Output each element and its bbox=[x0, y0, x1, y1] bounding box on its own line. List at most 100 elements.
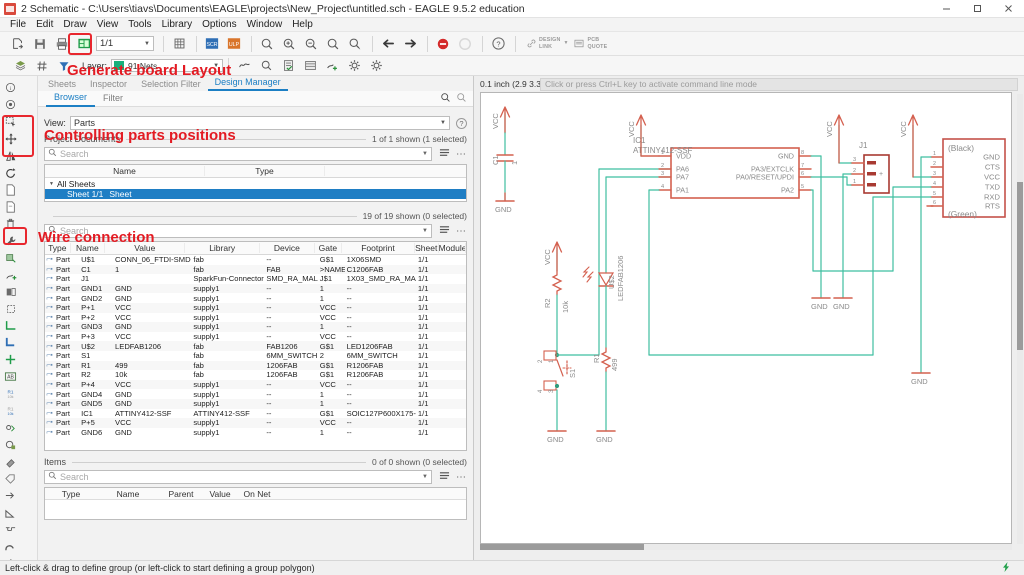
command-line-input[interactable]: Click or press Ctrl+L key to activate co… bbox=[540, 77, 1018, 91]
canvas-horizontal-scrollbar[interactable] bbox=[480, 544, 1012, 550]
pcb-quote-button[interactable]: PCB QUOTE bbox=[574, 37, 607, 50]
board-sync-icon[interactable] bbox=[300, 56, 320, 76]
view-help-icon[interactable]: ? bbox=[456, 117, 467, 129]
items-more-icon[interactable]: ⋯ bbox=[456, 472, 467, 483]
table-row[interactable]: ⌐▪ Part U$2 LEDFAB1206 fab FAB1206 G$1 LED1206F… bbox=[45, 341, 466, 351]
table-row[interactable]: ⌐▪ Part P+1 VCC supply1 -- VCC -- 1/1 bbox=[45, 302, 466, 313]
printer-icon[interactable] bbox=[52, 34, 72, 54]
bus-icon[interactable] bbox=[2, 334, 19, 351]
view-combo[interactable]: Parts ▼ bbox=[70, 116, 450, 130]
scrollbar-thumb[interactable] bbox=[480, 544, 644, 550]
menu-tools[interactable]: Tools bbox=[123, 18, 156, 32]
table-row[interactable]: ⌐▪ Part IC1 ATTINY412-SSF ATTINY412-SSF -- G$1… bbox=[45, 409, 466, 419]
table-row[interactable]: ⌐▪ Part P+5 VCC supply1 -- VCC -- 1/1 bbox=[45, 418, 466, 428]
attribute-plus-icon[interactable] bbox=[322, 56, 342, 76]
table-row[interactable]: ⌐▪ Part GND5 GND supply1 -- 1 -- 1/1 bbox=[45, 398, 466, 409]
gear-advanced-icon[interactable] bbox=[366, 56, 386, 76]
menu-file[interactable]: File bbox=[5, 18, 31, 32]
canvas-vertical-scrollbar[interactable] bbox=[1017, 94, 1023, 544]
minimize-button[interactable] bbox=[931, 0, 962, 18]
table-row[interactable]: ⌐▪ Part GND6 GND supply1 -- 1 -- 1/1 bbox=[45, 428, 466, 438]
tree-row-sheet-1[interactable]: Sheet 1/1 Sheet bbox=[45, 189, 466, 199]
smash-icon[interactable] bbox=[2, 300, 19, 317]
sheet-combo[interactable]: 1/1 ▼ bbox=[96, 36, 154, 51]
tab-design-manager[interactable]: Design Manager bbox=[207, 76, 288, 91]
layers-icon[interactable] bbox=[10, 56, 30, 76]
table-row[interactable]: ⌐▪Part U$1 CONN_06_FTDI-SMD-HEADERfab -- G$1… bbox=[45, 255, 466, 265]
parts-col-footprint[interactable]: Footprint bbox=[342, 243, 415, 253]
documents-search-input[interactable]: Search ▼ bbox=[44, 147, 432, 161]
documents-col-name[interactable]: Name bbox=[45, 166, 205, 176]
items-col-name[interactable]: Name bbox=[97, 489, 159, 499]
scr-icon[interactable]: SCR bbox=[202, 34, 222, 54]
name-icon[interactable]: R1 10k bbox=[2, 385, 19, 402]
zoom-out-icon[interactable] bbox=[301, 34, 321, 54]
zoom-to-selection-icon[interactable] bbox=[440, 92, 451, 106]
table-row[interactable]: ⌐▪ Part R1 499 fab 1206FAB G$1 R1206FAB 1/1 bbox=[45, 360, 466, 371]
value-icon[interactable]: R1 10k bbox=[2, 402, 19, 419]
items-col-type[interactable]: Type bbox=[45, 489, 97, 499]
net-wire-icon[interactable] bbox=[234, 56, 254, 76]
magnifier-check-icon[interactable] bbox=[256, 56, 276, 76]
grid-icon[interactable] bbox=[169, 34, 189, 54]
group-select-icon[interactable] bbox=[2, 113, 19, 130]
menu-options[interactable]: Options bbox=[197, 18, 241, 32]
table-row[interactable]: ⌐▪ Part GND1 GND supply1 -- 1 -- 1/1 bbox=[45, 283, 466, 294]
zoom-in-icon[interactable] bbox=[279, 34, 299, 54]
parts-col-gate[interactable]: Gate bbox=[315, 243, 343, 253]
wrench-icon[interactable] bbox=[2, 232, 19, 249]
wire-corner-icon[interactable] bbox=[2, 317, 19, 334]
menu-view[interactable]: View bbox=[92, 18, 124, 32]
eye-icon[interactable] bbox=[2, 96, 19, 113]
copy-icon[interactable] bbox=[2, 181, 19, 198]
parts-search-input[interactable]: Search ▼ bbox=[44, 224, 432, 238]
attribute-icon[interactable] bbox=[2, 419, 19, 436]
parts-more-icon[interactable]: ⋯ bbox=[456, 226, 467, 237]
menu-edit[interactable]: Edit bbox=[31, 18, 58, 32]
zoom-out-selection-icon[interactable] bbox=[456, 92, 467, 106]
zoom-select-icon[interactable] bbox=[345, 34, 365, 54]
parts-col-library[interactable]: Library bbox=[185, 243, 261, 253]
eraser-icon[interactable] bbox=[2, 453, 19, 470]
tag-icon[interactable] bbox=[2, 470, 19, 487]
junction-plus-icon[interactable] bbox=[2, 351, 19, 368]
paste-icon[interactable] bbox=[2, 198, 19, 215]
redo-arrow-icon[interactable] bbox=[400, 34, 420, 54]
scrollbar-thumb[interactable] bbox=[1017, 182, 1023, 350]
rotate-icon[interactable] bbox=[2, 164, 19, 181]
funnel-icon[interactable] bbox=[54, 56, 74, 76]
table-row[interactable]: ⌐▪ Part GND2 GND supply1 -- 1 -- 1/1 bbox=[45, 293, 466, 303]
items-col-value[interactable]: Value bbox=[203, 489, 237, 499]
table-row[interactable]: ⌐▪ Part R2 10k fab 1206FAB G$1 R1206FAB 1/1 bbox=[45, 370, 466, 380]
grid-hash-icon[interactable] bbox=[32, 56, 52, 76]
meander-icon[interactable] bbox=[2, 521, 19, 538]
board-layout-icon[interactable] bbox=[74, 34, 94, 54]
curve-icon[interactable] bbox=[2, 538, 19, 555]
chevron-down-icon[interactable]: ▼ bbox=[422, 474, 428, 480]
parts-col-name[interactable]: Name bbox=[71, 243, 106, 253]
ulp-icon[interactable]: ULP bbox=[224, 34, 244, 54]
invoke-gate-icon[interactable] bbox=[2, 283, 19, 300]
label-ab-icon[interactable]: AB bbox=[2, 368, 19, 385]
parts-list-options-icon[interactable] bbox=[439, 225, 450, 238]
save-icon[interactable] bbox=[30, 34, 50, 54]
items-col-onnet[interactable]: On Net bbox=[237, 489, 277, 499]
table-row[interactable]: ⌐▪ Part P+4 VCC supply1 -- VCC -- 1/1 bbox=[45, 379, 466, 390]
items-list-options-icon[interactable] bbox=[439, 471, 450, 484]
sub-tab-filter[interactable]: Filter bbox=[95, 91, 131, 106]
table-row[interactable]: ⌐▪ Part P+2 VCC supply1 -- VCC -- 1/1 bbox=[45, 313, 466, 323]
table-row[interactable]: ⌐▪ Part C1 1 fab FAB >NAME C1206FAB 1/1 bbox=[45, 264, 466, 275]
design-link-button[interactable]: DESIGN LINK ▼ bbox=[527, 37, 568, 50]
items-search-input[interactable]: Search ▼ bbox=[44, 470, 432, 484]
table-row[interactable]: ⌐▪ Part S1 fab 6MM_SWITCH 2 6MM_SWITCH 1/1 bbox=[45, 351, 466, 361]
menu-help[interactable]: Help bbox=[287, 18, 318, 32]
menu-window[interactable]: Window bbox=[242, 18, 288, 32]
tree-row-all-sheets[interactable]: ▼ All Sheets bbox=[45, 179, 466, 189]
zoom-redraw-icon[interactable] bbox=[323, 34, 343, 54]
chevron-down-icon[interactable]: ▼ bbox=[422, 228, 428, 234]
menu-draw[interactable]: Draw bbox=[58, 18, 91, 32]
chevron-down-icon[interactable]: ▼ bbox=[49, 181, 54, 187]
parts-col-device[interactable]: Device bbox=[260, 243, 315, 253]
assign-icon[interactable] bbox=[2, 436, 19, 453]
parts-col-value[interactable]: Value bbox=[105, 243, 186, 253]
